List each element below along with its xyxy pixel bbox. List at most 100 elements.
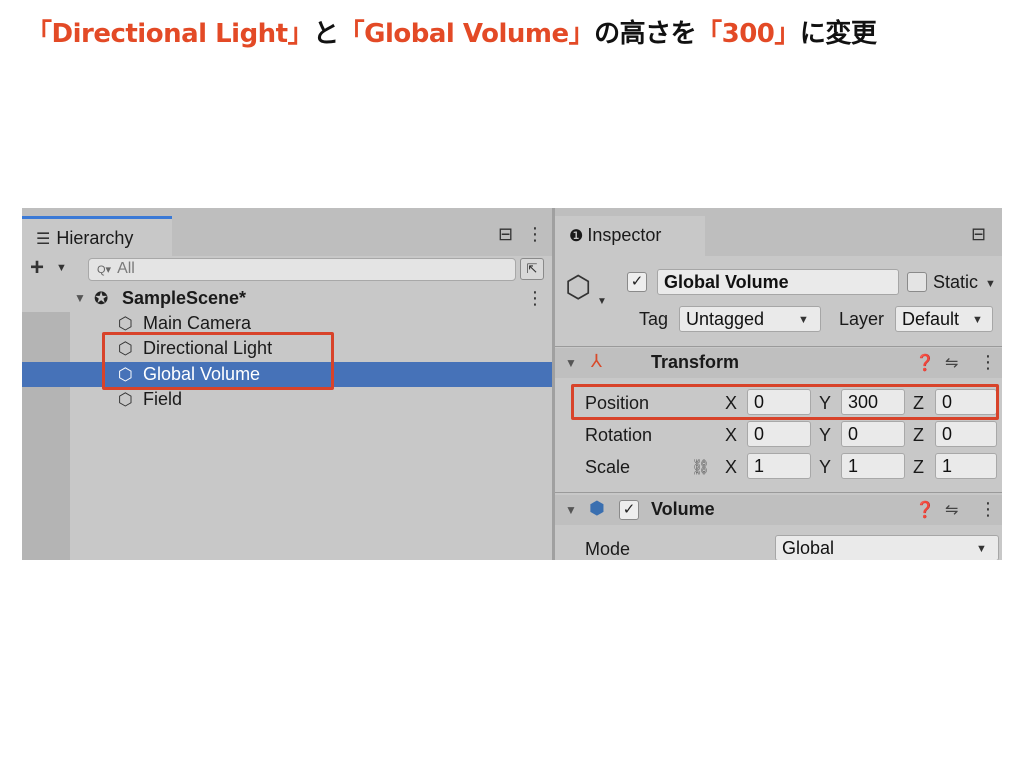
instruction-target-1: 「Directional Light」: [26, 19, 314, 49]
presets-icon[interactable]: ⇋: [945, 353, 958, 373]
scene-expand-caret-icon[interactable]: ▼: [74, 286, 86, 311]
gameobject-cube-icon: ⬡: [118, 365, 133, 384]
hierarchy-item-directional-light[interactable]: ⬡ Directional Light: [22, 336, 552, 361]
static-label: Static: [933, 272, 979, 292]
tab-hierarchy-label: Hierarchy: [56, 228, 134, 248]
volume-enabled-checkbox[interactable]: ✓: [619, 500, 639, 520]
instruction-value: 「300」: [696, 19, 800, 49]
layer-dropdown[interactable]: Default ▼: [895, 306, 993, 332]
axis-x-label: X: [725, 457, 738, 477]
component-menu-icon[interactable]: ⋮: [979, 352, 997, 373]
hierarchy-item-global-volume[interactable]: ⬡ Global Volume: [22, 362, 552, 387]
separator: [555, 346, 1002, 347]
unity-editor-screenshot: ☰ Hierarchy ⊟ ⋮ + ▼ Q▾ All ⇱ ▼ ✪ SampleSce…: [22, 208, 1002, 560]
mode-label: Mode: [585, 539, 631, 559]
lock-icon[interactable]: ⊟: [971, 224, 986, 245]
info-icon: ❶: [569, 228, 584, 245]
volume-header[interactable]: ▼ ⬢ ✓ Volume ❓ ⇋ ⋮: [555, 495, 1002, 525]
rotation-x-field[interactable]: 0: [747, 421, 811, 447]
hierarchy-tabbar: ☰ Hierarchy ⊟ ⋮: [22, 208, 552, 256]
mode-value: Global: [782, 538, 835, 558]
axis-x-label: X: [725, 425, 738, 445]
static-checkbox[interactable]: [907, 272, 927, 292]
instruction-suffix: に変更: [799, 19, 877, 49]
transform-foldout-caret-icon[interactable]: ▼: [565, 356, 577, 370]
rotation-y-field[interactable]: 0: [841, 421, 905, 447]
hierarchy-panel: ☰ Hierarchy ⊟ ⋮ + ▼ Q▾ All ⇱ ▼ ✪ SampleSce…: [22, 208, 552, 560]
help-icon[interactable]: ❓: [915, 353, 935, 373]
gameobject-icon[interactable]: ⬡: [565, 270, 591, 305]
instruction-conjunction: と: [313, 19, 339, 49]
volume-title: Volume: [651, 499, 715, 519]
inspector-panel: ❶ Inspector ⊟ ⬡ ▼ ✓ Global Volume Static …: [555, 208, 1002, 560]
layer-label: Layer: [839, 309, 885, 329]
chevron-down-icon: ▼: [972, 314, 983, 326]
position-z-field[interactable]: 0: [935, 389, 997, 415]
scene-visibility-button[interactable]: ⇱: [520, 258, 544, 280]
list-icon: ☰: [36, 231, 51, 248]
tab-inspector[interactable]: ❶ Inspector: [555, 216, 705, 256]
rotation-z-field[interactable]: 0: [935, 421, 997, 447]
instruction-title: 「Directional Light」と「Global Volume」の高さを「…: [26, 14, 877, 54]
gameobject-active-checkbox[interactable]: ✓: [627, 272, 647, 292]
hierarchy-toolbar: + ▼ Q▾ All ⇱: [22, 254, 552, 284]
gameobject-icon-caret-icon[interactable]: ▼: [597, 296, 607, 307]
transform-header[interactable]: ▼ ⅄ Transform ❓ ⇋ ⋮: [555, 348, 1002, 378]
scale-z-field[interactable]: 1: [935, 453, 997, 479]
transform-title: Transform: [651, 352, 740, 372]
hierarchy-item-label: Field: [143, 389, 183, 409]
hierarchy-item-main-camera[interactable]: ⬡ Main Camera: [22, 311, 552, 336]
axis-z-label: Z: [913, 393, 924, 413]
scale-x-field[interactable]: 1: [747, 453, 811, 479]
constrain-proportions-link-icon[interactable]: ⛓: [691, 458, 710, 476]
gameobject-cube-icon: ⬡: [118, 339, 133, 358]
tag-value: Untagged: [686, 309, 765, 329]
instruction-target-2: 「Global Volume」: [338, 19, 595, 49]
unity-scene-icon: ✪: [94, 289, 109, 308]
mode-dropdown[interactable]: Global ▼: [775, 535, 999, 560]
tab-hierarchy[interactable]: ☰ Hierarchy: [22, 216, 172, 256]
tab-inspector-label: Inspector: [587, 225, 662, 245]
hierarchy-item-label: Directional Light: [143, 338, 273, 358]
axis-y-label: Y: [819, 425, 832, 445]
gameobject-cube-icon: ⬡: [118, 314, 133, 333]
help-icon[interactable]: ❓: [915, 500, 935, 520]
axis-z-label: Z: [913, 457, 924, 477]
panel-menu-icon[interactable]: ⋮: [526, 224, 544, 245]
chevron-down-icon: ▼: [798, 314, 809, 326]
position-y-field[interactable]: 300: [841, 389, 905, 415]
rotation-label: Rotation: [585, 425, 653, 445]
scene-row[interactable]: ▼ ✪ SampleScene* ⋮: [22, 286, 552, 311]
hierarchy-search-input[interactable]: Q▾ All: [88, 258, 516, 281]
lock-icon[interactable]: ⊟: [498, 224, 513, 245]
scene-label: SampleScene*: [122, 288, 247, 308]
static-dropdown-caret-icon[interactable]: ▼: [985, 278, 996, 290]
gameobject-name-field[interactable]: Global Volume: [657, 269, 899, 295]
position-x-field[interactable]: 0: [747, 389, 811, 415]
chevron-down-icon: ▼: [976, 543, 987, 555]
hierarchy-item-label: Global Volume: [143, 364, 261, 384]
tag-dropdown[interactable]: Untagged ▼: [679, 306, 821, 332]
layer-value: Default: [902, 309, 960, 329]
search-placeholder: All: [117, 260, 135, 277]
search-icon: Q▾: [97, 264, 112, 276]
scene-menu-icon[interactable]: ⋮: [526, 286, 544, 311]
axis-y-label: Y: [819, 457, 832, 477]
axis-y-label: Y: [819, 393, 832, 413]
add-dropdown-caret-icon[interactable]: ▼: [56, 262, 67, 274]
instruction-verb: の高さを: [594, 19, 697, 49]
component-menu-icon[interactable]: ⋮: [979, 499, 997, 520]
add-icon[interactable]: +: [30, 254, 44, 282]
separator: [555, 492, 1002, 493]
position-label: Position: [585, 393, 650, 413]
volume-component-icon: ⬢: [589, 498, 605, 518]
axis-z-label: Z: [913, 425, 924, 445]
tag-label: Tag: [639, 309, 669, 329]
hierarchy-item-label: Main Camera: [143, 313, 252, 333]
transform-icon: ⅄: [591, 351, 602, 371]
presets-icon[interactable]: ⇋: [945, 500, 958, 520]
volume-foldout-caret-icon[interactable]: ▼: [565, 503, 577, 517]
inspector-tabbar: ❶ Inspector ⊟: [555, 208, 1002, 256]
hierarchy-item-field[interactable]: ⬡ Field: [22, 387, 552, 412]
scale-y-field[interactable]: 1: [841, 453, 905, 479]
